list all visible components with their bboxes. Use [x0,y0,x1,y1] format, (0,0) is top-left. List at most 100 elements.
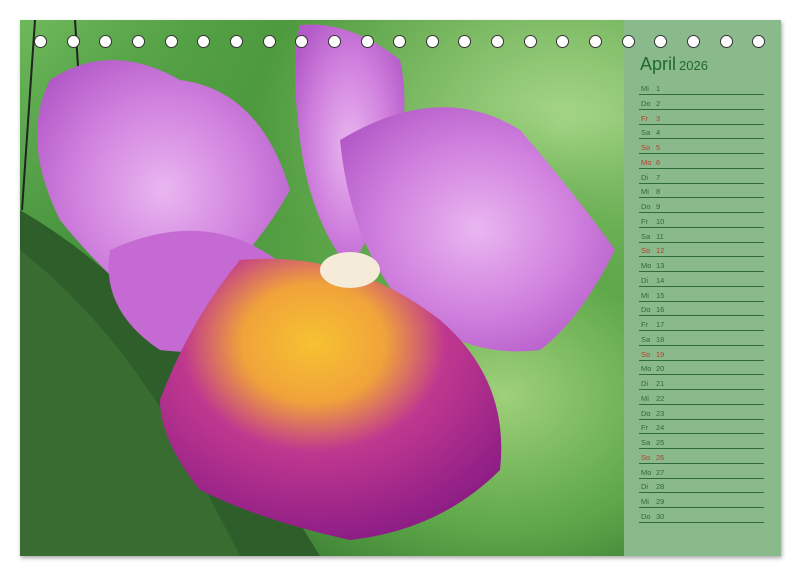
weekday: Mo [641,468,651,477]
weekday: So [641,246,650,255]
year: 2026 [679,58,708,73]
day-number: 29 [656,497,664,506]
weekday: Mo [641,261,651,270]
weekday: Mi [641,291,649,300]
day-row: Di 28 [639,478,764,493]
binding-hole [720,35,733,48]
month-title: April2026 [640,54,708,75]
weekday: Mi [641,497,649,506]
day-number: 19 [656,350,664,359]
binding-hole [524,35,537,48]
binding-hole [687,35,700,48]
weekday: So [641,143,650,152]
weekday: Mo [641,364,651,373]
weekday: Fr [641,423,648,432]
day-row: Mi22 [639,390,764,405]
calendar-panel: April2026 Mi1Do2Fr3Sa4So5Mo6Di7Mi8Do9Fr1… [624,20,781,556]
day-number: 28 [656,482,664,491]
weekday: Sa [641,232,650,241]
day-number: 8 [656,187,660,196]
day-number: 9 [656,202,660,211]
day-row: Di 21 [639,375,764,390]
day-row: Do 2 [639,95,764,110]
weekday: Do [641,202,651,211]
day-number: 3 [656,114,660,123]
day-row: Mo20 [639,360,764,375]
day-row: So 19 [639,346,764,361]
weekday: So [641,350,650,359]
weekday: Fr [641,114,648,123]
day-row: So12 [639,242,764,257]
binding-hole [165,35,178,48]
weekday: Di [641,173,648,182]
binding-hole [491,35,504,48]
weekday: Sa [641,128,650,137]
day-row: Mi 8 [639,183,764,198]
weekday: Di [641,379,648,388]
day-number: 25 [656,438,664,447]
day-number: 24 [656,423,664,432]
day-row: So26 [639,449,764,464]
weekday: Mo [641,158,651,167]
day-row: Mo 6 [639,154,764,169]
binding-hole [263,35,276,48]
day-row: Fr 17 [639,316,764,331]
day-row: Sa 25 [639,434,764,449]
day-number: 1 [656,84,660,93]
weekday: Mi [641,84,649,93]
day-row: Sa 11 [639,228,764,243]
orchid-illustration [20,20,624,556]
day-row: Fr 24 [639,419,764,434]
weekday: Do [641,305,651,314]
day-row: Mi 29 [639,493,764,508]
orchid-photo [20,20,624,556]
calendar-page: April2026 Mi1Do2Fr3Sa4So5Mo6Di7Mi8Do9Fr1… [20,20,781,556]
weekday: Di [641,482,648,491]
day-row: Do 30 [639,508,764,523]
day-row: Di 7 [639,169,764,184]
day-row: Do 23 [639,405,764,420]
binding-hole [230,35,243,48]
month-name: April [640,54,676,74]
weekday: Mi [641,187,649,196]
weekday: Sa [641,335,650,344]
day-number: 6 [656,158,660,167]
day-row: So5 [639,139,764,154]
day-number: 17 [656,320,664,329]
day-number: 2 [656,99,660,108]
weekday: Do [641,99,651,108]
day-row: Mo13 [639,257,764,272]
weekday: Mi [641,394,649,403]
day-row: Mi 15 [639,287,764,302]
day-number: 21 [656,379,664,388]
day-number: 23 [656,409,664,418]
day-number: 16 [656,305,664,314]
day-row: Mi 1 [639,80,764,95]
binding-hole [328,35,341,48]
binding-hole [426,35,439,48]
binding-hole [361,35,374,48]
day-row: Fr10 [639,213,764,228]
day-row: Fr 3 [639,110,764,125]
day-number: 18 [656,335,664,344]
weekday: Sa [641,438,650,447]
day-number: 7 [656,173,660,182]
day-row: Do 9 [639,198,764,213]
day-row: Sa 18 [639,331,764,346]
binding-hole [622,35,635,48]
day-number: 14 [656,276,664,285]
day-number: 27 [656,468,664,477]
day-number: 15 [656,291,664,300]
weekday: Do [641,409,651,418]
day-number: 26 [656,453,664,462]
weekday: Do [641,512,651,521]
binding-hole [589,35,602,48]
day-number: 10 [656,217,664,226]
day-number: 30 [656,512,664,521]
day-row: Do 16 [639,301,764,316]
weekday: Di [641,276,648,285]
binding-hole [132,35,145,48]
binding-hole [34,35,47,48]
day-number: 11 [656,232,664,241]
weekday: Fr [641,320,648,329]
